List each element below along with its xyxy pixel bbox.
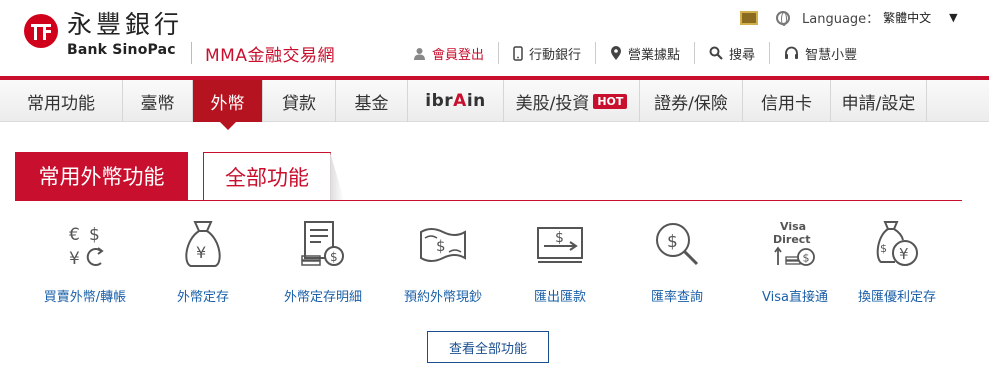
- nav-tab-funds[interactable]: 基金: [336, 80, 408, 122]
- headset-icon: [785, 46, 799, 59]
- mobile-banking-label: 行動銀行: [529, 47, 582, 63]
- func-exchange-preferential-deposit[interactable]: ¥ $ 換匯優利定存: [832, 218, 962, 305]
- nav-tab-foreign-currency[interactable]: 外幣: [193, 80, 263, 130]
- branches-label: 營業據點: [628, 47, 681, 63]
- user-icon: [414, 47, 425, 60]
- svg-text:$: $: [436, 237, 446, 255]
- func-buy-sell-transfer[interactable]: € $ ¥ 買賣外幣/轉帳: [20, 218, 150, 305]
- svg-text:$: $: [89, 225, 100, 245]
- mobile-icon: [513, 45, 523, 61]
- language-label: Language：: [802, 12, 880, 27]
- nav-tab-twd[interactable]: 臺幣: [123, 80, 193, 122]
- rate-search-icon: $: [656, 223, 699, 266]
- nav-tab-label: 美股/投資: [515, 93, 590, 114]
- globe-icon: [776, 10, 790, 26]
- nav-tab-label: 信用卡: [761, 93, 812, 114]
- nav-tab-label: 申請/設定: [841, 93, 916, 114]
- func-exchange-rate-query[interactable]: $ 匯率查詢: [612, 218, 742, 305]
- tab-all-functions[interactable]: 全部功能: [203, 152, 331, 200]
- func-label: 匯率查詢: [650, 290, 703, 305]
- svg-text:$: $: [803, 252, 810, 265]
- language-selector[interactable]: Language： 繁體中文 ▼: [740, 8, 958, 27]
- func-label: 外幣定存: [176, 290, 229, 305]
- view-all-functions-button[interactable]: 查看全部功能: [427, 331, 549, 363]
- main-nav: 常用功能 臺幣 外幣 貸款 基金 ibrAin 美股/投資 HOT 證券/保險 …: [0, 80, 989, 130]
- search-label: 搜尋: [729, 47, 756, 63]
- func-label: 匯出匯款: [533, 290, 586, 305]
- nav-tab-apply-settings[interactable]: 申請/設定: [831, 80, 927, 122]
- top-utility-nav: 會員登出 行動銀行 營業據點 搜尋 智慧小豐: [395, 42, 871, 64]
- svg-text:Direct: Direct: [773, 233, 811, 246]
- tab-shadow: [330, 152, 344, 200]
- svg-text:¥: ¥: [899, 245, 909, 263]
- func-label: 換匯優利定存: [857, 290, 936, 305]
- function-tabs: 常用外幣功能 全部功能: [15, 152, 331, 200]
- svg-text:¥: ¥: [69, 249, 80, 269]
- func-label: 預約外幣現鈔: [403, 290, 482, 305]
- svg-text:€: €: [69, 225, 80, 245]
- nav-tab-label: 外幣: [210, 93, 245, 114]
- exchange-deposit-icon: ¥ $: [876, 221, 918, 266]
- header: 永豐銀行 Bank SinoPac MMA金融交易網 Language： 繁體中…: [0, 0, 989, 76]
- smart-assistant-label: 智慧小豐: [805, 47, 858, 63]
- func-outward-remittance[interactable]: $ 匯出匯款: [495, 218, 625, 305]
- svg-text:$: $: [880, 242, 887, 255]
- mobile-banking-link[interactable]: 行動銀行: [498, 42, 595, 64]
- svg-text:$: $: [330, 250, 338, 264]
- sinopac-logo-icon: [24, 14, 58, 48]
- remittance-icon: $: [537, 227, 583, 263]
- logout-label: 會員登出: [432, 47, 485, 63]
- banknote-icon: $: [420, 228, 466, 262]
- smart-assistant-link[interactable]: 智慧小豐: [769, 42, 871, 64]
- nav-tab-credit-card[interactable]: 信用卡: [743, 80, 831, 122]
- function-grid: € $ ¥ 買賣外幣/轉帳 ¥ 外幣定存 $ 外幣定存明細 $ 預約外幣現鈔 $…: [15, 218, 962, 308]
- func-reserve-fx-cash[interactable]: $ 預約外幣現鈔: [378, 218, 508, 305]
- deposit-statement-icon: $: [301, 221, 344, 266]
- nav-tab-ibrain[interactable]: ibrAin: [408, 80, 504, 122]
- ibrain-logo: ibrAin: [425, 91, 486, 111]
- svg-text:¥: ¥: [196, 243, 206, 262]
- bank-logo[interactable]: 永豐銀行 Bank SinoPac: [24, 12, 183, 57]
- visa-direct-icon: Visa Direct $: [773, 220, 815, 266]
- language-value[interactable]: 繁體中文: [883, 9, 931, 26]
- func-fx-deposit-details[interactable]: $ 外幣定存明細: [258, 218, 388, 305]
- branches-link[interactable]: 營業據點: [595, 42, 694, 64]
- nav-tab-label: 基金: [354, 93, 389, 114]
- brand-name-en: Bank SinoPac: [67, 42, 176, 58]
- logo-divider: [191, 42, 192, 64]
- hot-badge: HOT: [593, 93, 628, 109]
- logout-link[interactable]: 會員登出: [395, 42, 498, 64]
- nav-tab-label: 臺幣: [140, 93, 175, 114]
- tab-common-fx-functions[interactable]: 常用外幣功能: [15, 152, 188, 200]
- brand-name-cn: 永豐銀行: [67, 10, 184, 39]
- function-tabs-rule: [15, 200, 962, 201]
- svg-text:$: $: [555, 230, 564, 246]
- nav-tab-loans[interactable]: 貸款: [263, 80, 336, 122]
- nav-tab-securities[interactable]: 證券/保險: [640, 80, 743, 122]
- func-label: 買賣外幣/轉帳: [43, 290, 127, 305]
- nav-tab-label: 常用功能: [27, 93, 95, 114]
- nav-tab-common[interactable]: 常用功能: [0, 80, 123, 122]
- nav-tab-us-stocks[interactable]: 美股/投資 HOT: [504, 80, 640, 122]
- search-link[interactable]: 搜尋: [694, 42, 769, 64]
- svg-text:Visa: Visa: [780, 220, 806, 233]
- flag-icon: [740, 10, 758, 25]
- func-fx-time-deposit[interactable]: ¥ 外幣定存: [138, 218, 268, 305]
- svg-text:$: $: [667, 232, 678, 252]
- location-pin-icon: [611, 45, 622, 60]
- search-icon: [709, 46, 723, 60]
- chevron-down-icon[interactable]: ▼: [949, 11, 957, 24]
- nav-tab-label: 證券/保險: [654, 93, 728, 114]
- site-name: MMA金融交易網: [205, 46, 335, 66]
- nav-tab-label: 貸款: [282, 93, 316, 114]
- money-bag-yen-icon: ¥: [185, 221, 221, 267]
- func-label: 外幣定存明細: [283, 290, 362, 305]
- currency-exchange-icon: € $ ¥: [69, 225, 104, 269]
